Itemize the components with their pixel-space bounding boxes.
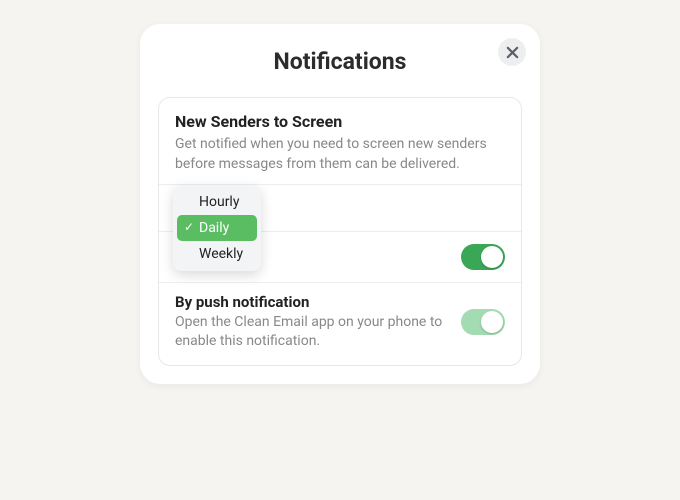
close-icon <box>506 46 519 59</box>
modal-title: Notifications <box>140 48 540 75</box>
frequency-option-hourly[interactable]: Hourly <box>177 189 257 215</box>
settings-card: New Senders to Screen Get notified when … <box>158 97 522 366</box>
close-button[interactable] <box>498 38 526 66</box>
frequency-dropdown[interactable]: Hourly Daily Weekly <box>173 185 261 271</box>
frequency-option-weekly[interactable]: Weekly <box>177 241 257 267</box>
toggle-knob <box>481 246 503 268</box>
toggle-knob <box>481 311 503 333</box>
push-label: By push notification <box>175 293 461 311</box>
card-header: New Senders to Screen Get notified when … <box>159 98 521 184</box>
notifications-modal: Notifications New Senders to Screen Get … <box>140 24 540 384</box>
email-toggle[interactable] <box>461 244 505 270</box>
push-row: By push notification Open the Clean Emai… <box>159 283 521 365</box>
push-description: Open the Clean Email app on your phone t… <box>175 313 461 351</box>
section-title: New Senders to Screen <box>175 112 505 131</box>
frequency-option-daily[interactable]: Daily <box>177 215 257 241</box>
section-description: Get notified when you need to screen new… <box>175 135 505 174</box>
push-toggle[interactable] <box>461 309 505 335</box>
